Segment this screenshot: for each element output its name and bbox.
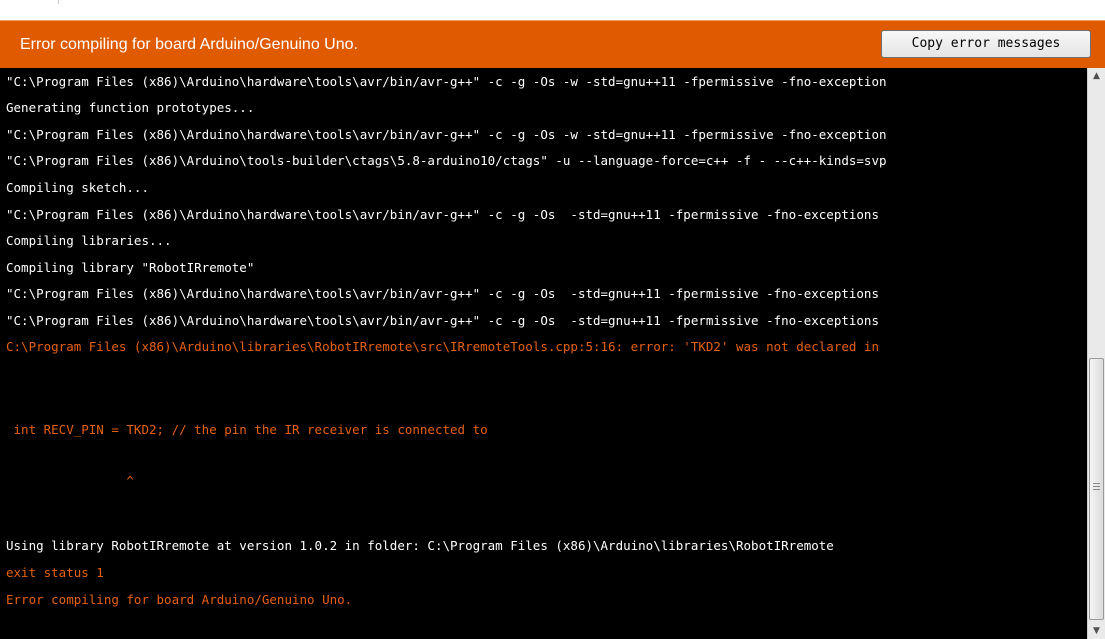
- console-error-caret: ^: [6, 473, 134, 488]
- console-line: Compiling library "RobotIRremote": [6, 260, 255, 275]
- console-line: "C:\Program Files (x86)\Arduino\hardware…: [6, 74, 887, 89]
- console-line: "C:\Program Files (x86)\Arduino\hardware…: [6, 207, 879, 222]
- console-error-line: int RECV_PIN = TKD2; // the pin the IR r…: [6, 422, 488, 437]
- console-line: "C:\Program Files (x86)\Arduino\hardware…: [6, 313, 879, 328]
- console-line: "C:\Program Files (x86)\Arduino\hardware…: [6, 286, 879, 301]
- console-line: Generating function prototypes...: [6, 100, 255, 115]
- console-output[interactable]: "C:\Program Files (x86)\Arduino\hardware…: [0, 68, 1087, 639]
- console-line: "C:\Program Files (x86)\Arduino\hardware…: [6, 127, 887, 142]
- console-vertical-scrollbar[interactable]: ▲ ▼: [1087, 68, 1105, 639]
- console-line: Compiling libraries...: [6, 233, 172, 248]
- console-error-line: C:\Program Files (x86)\Arduino\libraries…: [6, 339, 879, 354]
- divider: [58, 0, 59, 4]
- console-error-line: Error compiling for board Arduino/Genuin…: [6, 592, 353, 607]
- error-status-message: Error compiling for board Arduino/Genuin…: [20, 36, 358, 53]
- console-error-line: exit status 1: [6, 565, 104, 580]
- console-line: Compiling sketch...: [6, 180, 149, 195]
- scroll-up-arrow-icon[interactable]: ▲: [1088, 68, 1105, 84]
- scrollbar-thumb[interactable]: [1089, 358, 1104, 620]
- scroll-down-arrow-icon[interactable]: ▼: [1088, 623, 1105, 639]
- grip-icon: [1093, 483, 1100, 490]
- copy-error-messages-button[interactable]: Copy error messages: [881, 30, 1091, 58]
- console-line: "C:\Program Files (x86)\Arduino\tools-bu…: [6, 153, 887, 168]
- error-status-bar: Error compiling for board Arduino/Genuin…: [0, 20, 1105, 68]
- window-top-strip: [0, 0, 1105, 20]
- console-line: Using library RobotIRremote at version 1…: [6, 538, 834, 553]
